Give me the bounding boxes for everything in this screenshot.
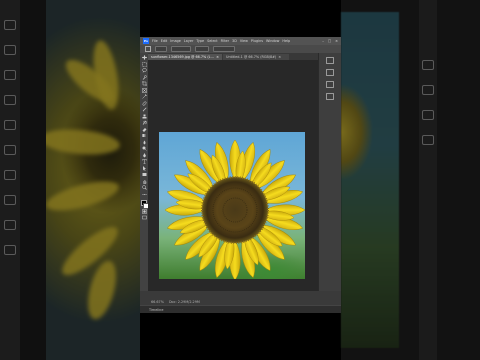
type-icon[interactable]: [141, 159, 147, 164]
close-icon[interactable]: ×: [278, 55, 281, 59]
menu-view[interactable]: View: [240, 39, 248, 43]
sunflower-image: [164, 139, 305, 279]
frame-icon[interactable]: [141, 87, 147, 93]
tab-label: Untitled-1 @ 66.7% (RGB/8#): [226, 55, 277, 59]
menu-plugins[interactable]: Plugins: [251, 39, 263, 43]
dodge-icon[interactable]: [142, 146, 147, 151]
pen-icon[interactable]: [142, 152, 147, 158]
healing-icon[interactable]: [142, 101, 147, 106]
eraser-icon[interactable]: [142, 127, 147, 132]
color-swatches[interactable]: [141, 200, 149, 209]
layers-panel-icon[interactable]: [326, 81, 334, 88]
tools-panel: [140, 53, 149, 291]
option-field[interactable]: [195, 46, 209, 52]
quick-mask-icon[interactable]: [141, 208, 147, 214]
history-brush-icon[interactable]: [142, 120, 147, 125]
screen-mode-icon[interactable]: [141, 215, 147, 220]
menu-help[interactable]: Help: [282, 39, 290, 43]
option-field[interactable]: [171, 46, 191, 52]
more-tools-icon[interactable]: [142, 192, 147, 197]
crop-icon[interactable]: [141, 81, 147, 86]
window-controls: – □ ×: [322, 39, 341, 43]
menu-layer[interactable]: Layer: [184, 39, 193, 43]
move-icon[interactable]: [141, 55, 147, 60]
close-window-button[interactable]: ×: [335, 39, 338, 43]
menu-edit[interactable]: Edit: [161, 39, 168, 43]
menu-file[interactable]: File: [152, 39, 158, 43]
photoshop-window: Ps File Edit Image Layer Type Select Fil…: [140, 37, 341, 313]
options-bar: [140, 45, 341, 53]
panel-dock: [318, 53, 341, 291]
menu-select[interactable]: Select: [207, 39, 217, 43]
tab-label: sunflower-1346569.jpg @ 66.7% (Layer 0, …: [151, 55, 214, 59]
path-select-icon[interactable]: [142, 165, 147, 171]
menu-bar: Ps File Edit Image Layer Type Select Fil…: [140, 37, 341, 45]
doc-size: Doc: 2.29M/2.29M: [168, 299, 200, 304]
rectangle-icon[interactable]: [142, 172, 147, 177]
lasso-icon[interactable]: [141, 68, 147, 73]
home-icon[interactable]: [145, 46, 151, 52]
menu-window[interactable]: Window: [266, 39, 279, 43]
photoshop-logo: Ps: [143, 38, 149, 44]
menu-filter[interactable]: Filter: [221, 39, 229, 43]
brush-icon[interactable]: [142, 107, 147, 112]
properties-panel-icon[interactable]: [326, 69, 334, 76]
clone-stamp-icon[interactable]: [142, 114, 147, 119]
quick-select-icon[interactable]: [142, 74, 147, 80]
close-icon[interactable]: ×: [216, 55, 219, 59]
document-tabs: sunflower-1346569.jpg @ 66.7% (Layer 0, …: [148, 53, 318, 60]
timeline-panel: Timeline: [140, 305, 341, 313]
tool-preset-picker[interactable]: [155, 46, 167, 52]
menu-3d[interactable]: 3D: [232, 39, 237, 43]
minimize-button[interactable]: –: [322, 39, 324, 43]
history-panel-icon[interactable]: [326, 57, 334, 64]
status-bar: 66.67% Doc: 2.29M/2.29M: [148, 299, 318, 304]
zoom-icon[interactable]: [141, 185, 147, 190]
gradient-icon[interactable]: [142, 133, 147, 138]
hand-icon[interactable]: [142, 179, 147, 184]
menu-image[interactable]: Image: [170, 39, 181, 43]
sunflower-photo[interactable]: [159, 132, 305, 279]
zoom-level[interactable]: 66.67%: [151, 300, 164, 304]
option-field[interactable]: [213, 46, 235, 52]
menu-type[interactable]: Type: [196, 39, 204, 43]
blur-icon[interactable]: [142, 140, 147, 145]
timeline-label[interactable]: Timeline: [149, 308, 163, 312]
channels-panel-icon[interactable]: [326, 93, 334, 100]
canvas-area[interactable]: [148, 60, 318, 291]
maximize-button[interactable]: □: [328, 39, 331, 43]
eyedropper-icon[interactable]: [141, 94, 147, 99]
marquee-icon[interactable]: [141, 61, 147, 67]
